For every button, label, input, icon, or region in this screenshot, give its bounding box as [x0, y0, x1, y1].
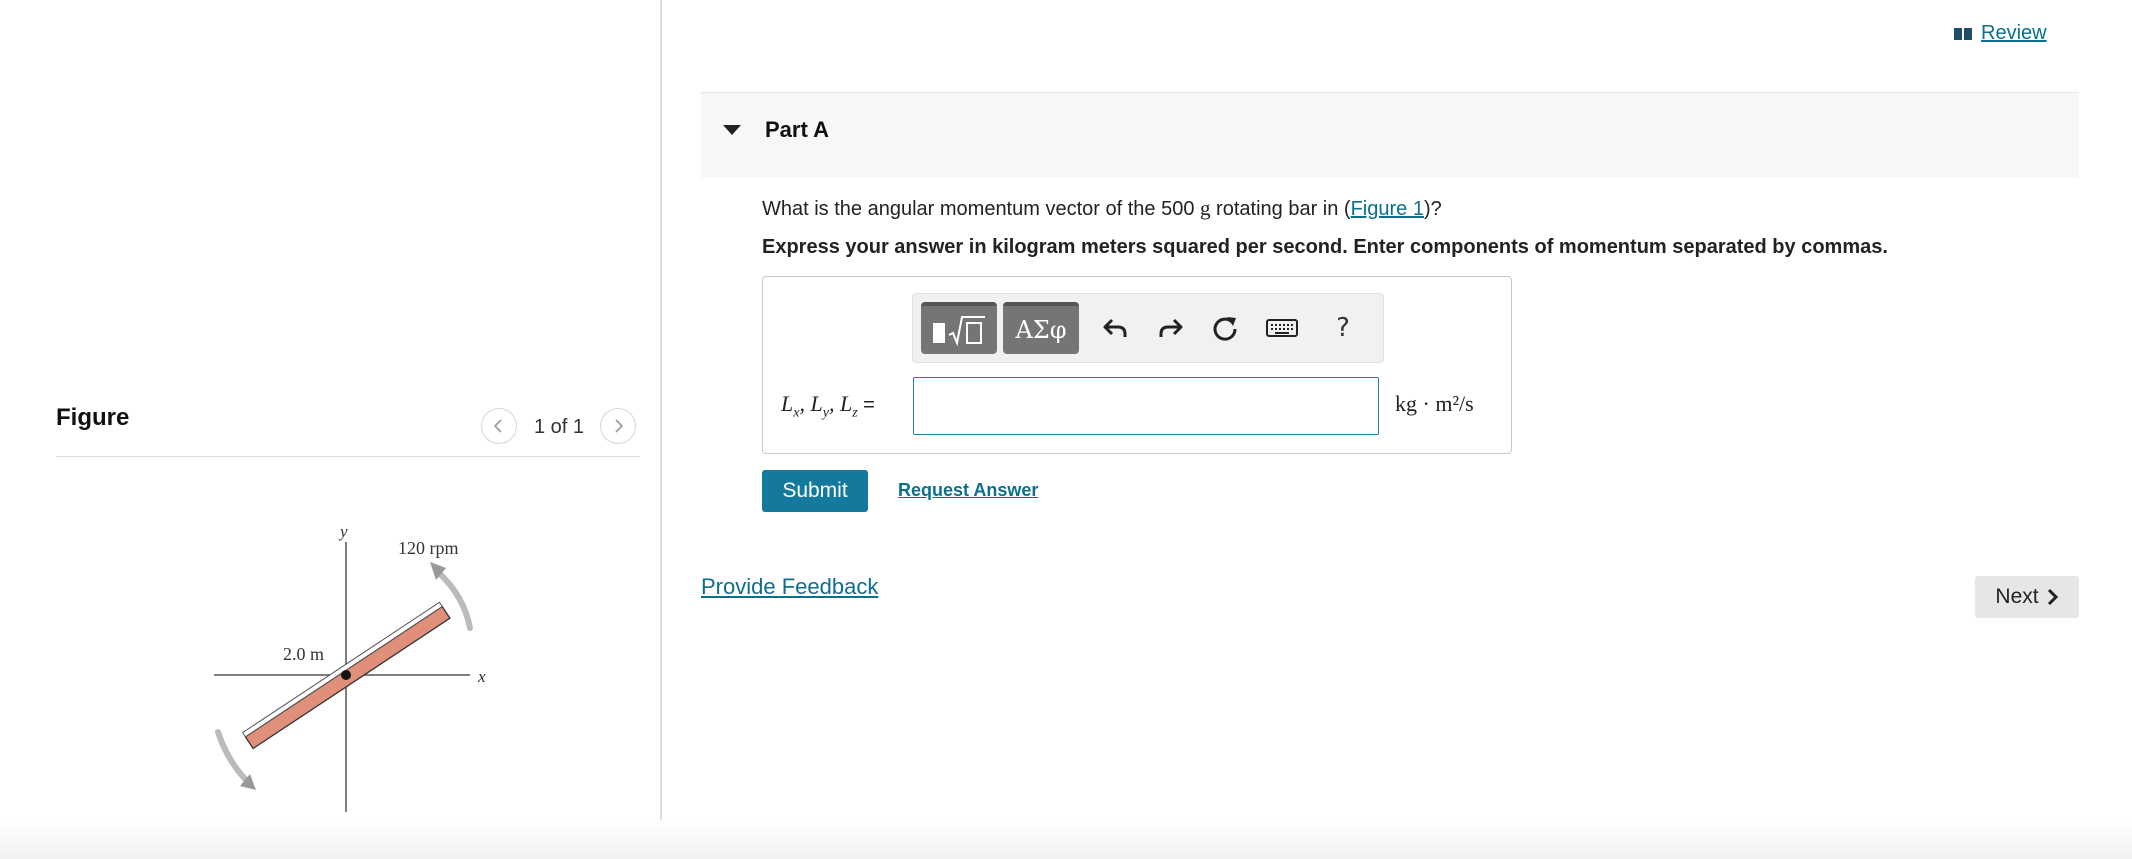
book-icon — [1954, 27, 1972, 40]
answer-instructions: Express your answer in kilogram meters s… — [762, 236, 1888, 258]
undo-icon — [1103, 318, 1127, 337]
chevron-right-icon — [2047, 588, 2058, 606]
reset-button[interactable] — [1203, 302, 1247, 354]
redo-icon — [1159, 318, 1183, 337]
math-toolbar: ΑΣφ ? — [912, 293, 1384, 363]
review-link[interactable]: Review — [1953, 22, 2047, 45]
question-prefix: What is the angular momentum vector of t… — [762, 198, 1200, 220]
answer-variable-label: Lx, Ly, Lz = — [781, 391, 875, 421]
figure-divider — [56, 456, 640, 457]
redo-button[interactable] — [1149, 302, 1193, 354]
rotating-bar-figure: x y 2.0 m 120 rpm — [214, 522, 486, 812]
speed-label: 120 rpm — [398, 538, 459, 558]
next-label: Next — [1995, 585, 2039, 608]
chevron-right-icon — [615, 419, 624, 433]
question-mass-unit: g — [1200, 196, 1211, 220]
figure-title: Figure — [56, 404, 130, 431]
templates-icon — [933, 316, 985, 347]
answer-variables-math: Lx, Ly, Lz — [781, 391, 858, 421]
answer-box: ΑΣφ ? Lx, Ly, Lz = kg · m²/s — [762, 276, 1512, 454]
x-axis-label: x — [477, 667, 486, 686]
part-a-header[interactable]: Part A — [701, 92, 2079, 178]
undo-button[interactable] — [1093, 302, 1137, 354]
rotation-arc-lower — [215, 729, 251, 785]
pane-divider — [660, 0, 662, 859]
request-answer-link[interactable]: Request Answer — [898, 480, 1038, 501]
bar-top-face — [241, 601, 443, 738]
keyboard-button[interactable] — [1257, 302, 1307, 354]
unit-label: kg · m²/s — [1395, 391, 1474, 416]
provide-feedback-link[interactable]: Provide Feedback — [701, 574, 878, 600]
figure-panel: Figure 1 of 1 x y 2.0 m 120 rpm — [0, 0, 660, 859]
templates-button[interactable] — [921, 302, 997, 354]
length-label: 2.0 m — [283, 644, 324, 664]
review-label: Review — [1981, 22, 2047, 44]
pivot-point — [341, 670, 351, 680]
y-axis-label: y — [338, 522, 348, 541]
answer-input[interactable] — [913, 377, 1379, 435]
figure-link[interactable]: Figure 1 — [1351, 198, 1424, 220]
part-title: Part A — [765, 117, 829, 142]
question-middle: rotating bar in ( — [1210, 198, 1351, 220]
help-icon: ? — [1336, 313, 1350, 343]
help-button[interactable]: ? — [1323, 302, 1363, 354]
equals-sign: = — [863, 394, 875, 416]
keyboard-icon — [1266, 319, 1298, 337]
caret-down-icon[interactable] — [723, 125, 741, 135]
figure-counter: 1 of 1 — [534, 416, 585, 438]
figure-prev-button[interactable] — [481, 408, 517, 444]
symbols-icon: ΑΣφ — [1015, 316, 1067, 344]
symbols-button[interactable]: ΑΣφ — [1003, 302, 1079, 354]
question-suffix: )? — [1423, 198, 1442, 220]
submit-button[interactable]: Submit — [762, 470, 868, 512]
next-button[interactable]: Next — [1975, 576, 2079, 618]
chevron-left-icon — [493, 419, 502, 433]
figure-next-button[interactable] — [600, 408, 636, 444]
reset-icon — [1213, 317, 1237, 341]
question-text: What is the angular momentum vector of t… — [762, 196, 1442, 221]
